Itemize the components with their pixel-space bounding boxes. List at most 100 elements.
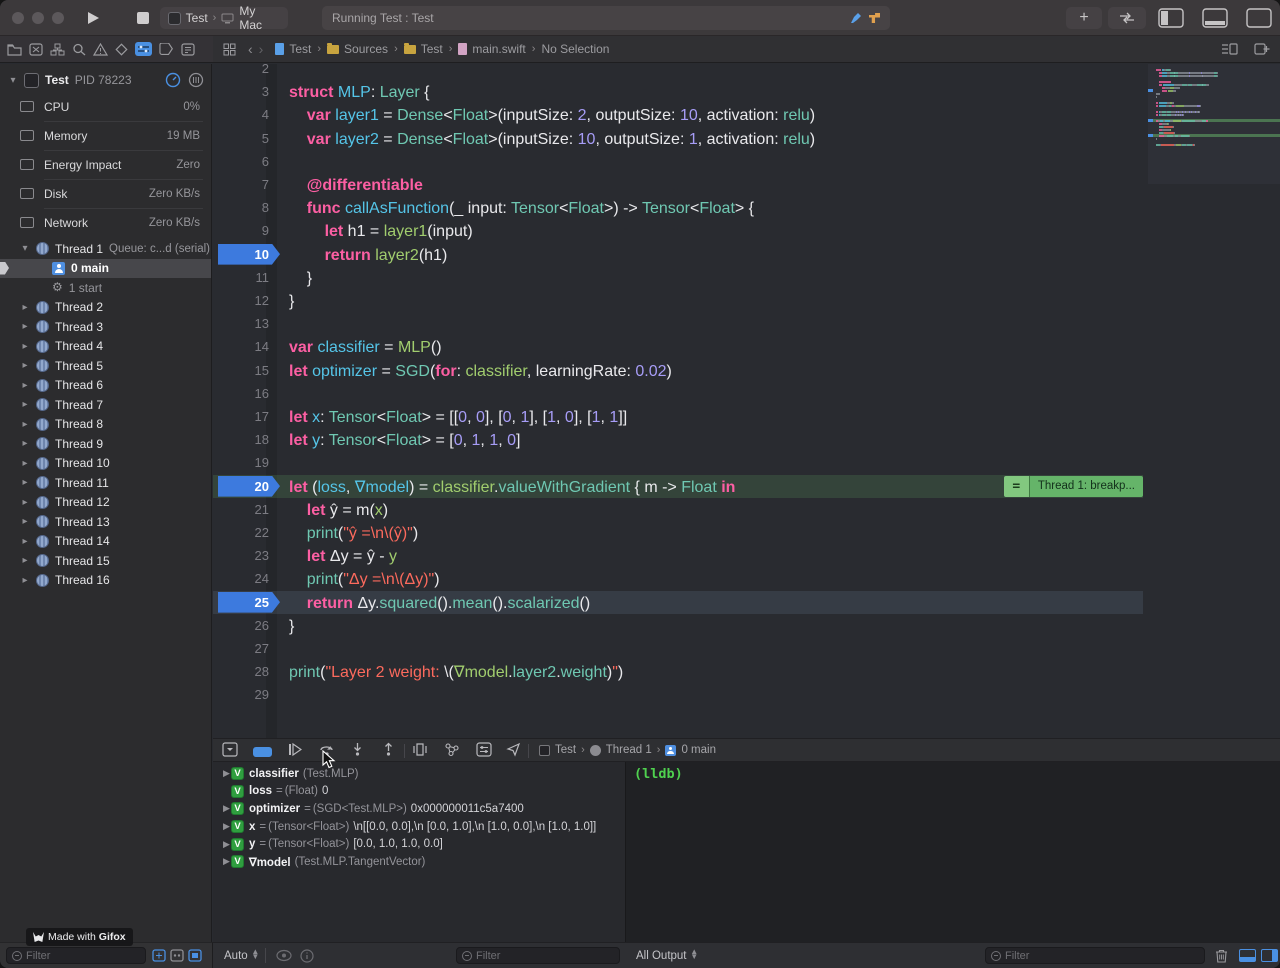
thread-row[interactable]: ▸Thread 16 bbox=[0, 571, 212, 591]
line-number[interactable]: 25 bbox=[213, 591, 283, 614]
code-line[interactable]: 19 bbox=[213, 451, 1143, 474]
code-line[interactable]: 4 var layer1 = Dense<Float>(inputSize: 2… bbox=[213, 103, 1143, 126]
debug-area-panel-toggle[interactable] bbox=[1202, 8, 1228, 28]
variable-row[interactable]: ▶Vx= (Tensor<Float>)\n[[0.0, 0.0],\n [0.… bbox=[213, 818, 625, 836]
line-number[interactable]: 23 bbox=[213, 544, 283, 567]
code-line[interactable]: 9 let h1 = layer1(input) bbox=[213, 219, 1143, 242]
trash-icon[interactable] bbox=[1215, 948, 1228, 963]
disclosure-triangle[interactable]: ▸ bbox=[20, 321, 30, 332]
variable-row[interactable]: Vloss= (Float)0 bbox=[213, 783, 625, 801]
breakpoint-flag[interactable] bbox=[218, 592, 280, 613]
code-line[interactable]: 29 bbox=[213, 683, 1143, 706]
code-line[interactable]: 10 return layer2(h1) bbox=[213, 243, 1143, 266]
simulate-location-icon[interactable] bbox=[506, 742, 521, 757]
thread-row[interactable]: ▸Thread 10 bbox=[0, 454, 212, 474]
gauge-row-cpu[interactable]: CPU0% bbox=[0, 92, 212, 121]
filter-flagged-icon[interactable] bbox=[170, 949, 184, 962]
thread-row[interactable]: ▸Thread 3 bbox=[0, 317, 212, 337]
navigator-filter-field[interactable]: Filter bbox=[6, 947, 146, 964]
thread-row[interactable]: ▸Thread 6 bbox=[0, 376, 212, 396]
line-number[interactable]: 7 bbox=[213, 173, 283, 196]
inspector-panel-toggle[interactable] bbox=[1246, 8, 1272, 28]
code-line[interactable]: 24 print("Δy =\n\(Δy)") bbox=[213, 567, 1143, 590]
library-button[interactable]: + bbox=[1066, 7, 1102, 29]
code-line[interactable]: 28print("Layer 2 weight: \(∇model.layer2… bbox=[213, 660, 1143, 683]
breakpoint-flag[interactable] bbox=[218, 244, 280, 265]
source-editor[interactable]: 23struct MLP: Layer {4 var layer1 = Dens… bbox=[213, 64, 1280, 738]
code-line[interactable]: 14var classifier = MLP() bbox=[213, 335, 1143, 358]
line-number[interactable]: 4 bbox=[213, 103, 283, 126]
thread-row[interactable]: ▸Thread 12 bbox=[0, 493, 212, 513]
thread-row[interactable]: ▸Thread 8 bbox=[0, 415, 212, 435]
thread-row[interactable]: ▸Thread 11 bbox=[0, 473, 212, 493]
disclosure-triangle[interactable]: ▸ bbox=[20, 536, 30, 547]
line-number[interactable]: 28 bbox=[213, 660, 283, 683]
find-navigator-icon[interactable] bbox=[72, 43, 86, 56]
code-line[interactable]: 17let x: Tensor<Float> = [[0, 0], [0, 1]… bbox=[213, 405, 1143, 428]
code-line[interactable]: 26} bbox=[213, 614, 1143, 637]
variables-scope-selector[interactable]: Auto ▲▼ bbox=[224, 949, 260, 962]
line-number[interactable]: 9 bbox=[213, 219, 283, 242]
crumb-target[interactable]: Test bbox=[555, 744, 576, 756]
code-line[interactable]: 23 let Δy = ŷ - y bbox=[213, 544, 1143, 567]
thread-row[interactable]: ▾Thread 1Queue: c...d (serial) bbox=[0, 239, 212, 259]
close-window-button[interactable] bbox=[12, 12, 24, 24]
code-line[interactable]: 16 bbox=[213, 382, 1143, 405]
minimize-window-button[interactable] bbox=[32, 12, 44, 24]
disclosure-triangle[interactable]: ▸ bbox=[20, 458, 30, 469]
thread-row[interactable]: ▸Thread 9 bbox=[0, 434, 212, 454]
disclosure-triangle[interactable]: ▶ bbox=[222, 803, 231, 814]
add-editor-icon[interactable] bbox=[1254, 43, 1270, 55]
project-navigator-icon[interactable] bbox=[7, 43, 22, 56]
line-number[interactable]: 8 bbox=[213, 196, 283, 219]
gauge-row-network[interactable]: NetworkZero KB/s bbox=[0, 208, 212, 237]
info-icon[interactable] bbox=[300, 949, 314, 963]
code-line[interactable]: 18let y: Tensor<Float> = [0, 1, 1, 0] bbox=[213, 428, 1143, 451]
code-line[interactable]: 7 @differentiable bbox=[213, 173, 1143, 196]
filter-running-icon[interactable] bbox=[152, 949, 166, 962]
line-number[interactable]: 26 bbox=[213, 614, 283, 637]
disclosure-triangle[interactable]: ▾ bbox=[20, 243, 30, 254]
line-number[interactable]: 13 bbox=[213, 312, 283, 335]
code-line[interactable]: 5 var layer2 = Dense<Float>(inputSize: 1… bbox=[213, 127, 1143, 150]
console-view[interactable]: (lldb) bbox=[626, 762, 1280, 942]
symbol-navigator-icon[interactable] bbox=[50, 43, 65, 56]
line-number[interactable]: 6 bbox=[213, 150, 283, 173]
code-line[interactable]: 11 } bbox=[213, 266, 1143, 289]
breadcrumb-item[interactable]: Test bbox=[275, 42, 311, 56]
back-chevron[interactable]: ‹ bbox=[248, 41, 253, 57]
step-out-icon[interactable] bbox=[382, 742, 395, 757]
quick-look-icon[interactable] bbox=[276, 949, 292, 962]
line-number[interactable]: 3 bbox=[213, 80, 283, 103]
profile-gauge-icon[interactable] bbox=[165, 72, 181, 88]
line-number[interactable]: 19 bbox=[213, 451, 283, 474]
frame-row[interactable]: 0 main bbox=[0, 259, 212, 279]
disclosure-triangle[interactable]: ▸ bbox=[20, 438, 30, 449]
line-number[interactable]: 11 bbox=[213, 266, 283, 289]
breadcrumb-item[interactable]: No Selection bbox=[541, 42, 609, 56]
breakpoint-navigator-icon[interactable] bbox=[159, 43, 174, 55]
crumb-thread[interactable]: Thread 1 bbox=[606, 744, 652, 756]
scheme-selector[interactable]: Test › My Mac bbox=[160, 7, 288, 29]
code-line[interactable]: 8 func callAsFunction(_ input: Tensor<Fl… bbox=[213, 196, 1143, 219]
filter-recent-icon[interactable] bbox=[188, 949, 202, 962]
code-review-button[interactable] bbox=[1108, 7, 1146, 29]
line-number[interactable]: 12 bbox=[213, 289, 283, 312]
disclosure-triangle[interactable]: ▸ bbox=[20, 360, 30, 371]
forward-chevron[interactable]: › bbox=[259, 41, 264, 57]
code-line[interactable]: 13 bbox=[213, 312, 1143, 335]
line-number[interactable]: 5 bbox=[213, 127, 283, 150]
disclosure-triangle[interactable]: ▸ bbox=[20, 341, 30, 352]
variable-row[interactable]: ▶V∇model(Test.MLP.TangentVector) bbox=[213, 853, 625, 871]
stop-button[interactable] bbox=[136, 11, 150, 25]
gauge-row-memory[interactable]: Memory19 MB bbox=[0, 121, 212, 150]
disclosure-triangle[interactable]: ▸ bbox=[20, 575, 30, 586]
line-number[interactable]: 10 bbox=[213, 243, 283, 266]
gauge-row-energy-impact[interactable]: Energy ImpactZero bbox=[0, 150, 212, 179]
environment-overrides-icon[interactable] bbox=[476, 742, 492, 757]
breakpoint-annotation[interactable]: =Thread 1: breakp... bbox=[1004, 476, 1143, 497]
code-line[interactable]: 12} bbox=[213, 289, 1143, 312]
variable-row[interactable]: ▶Voptimizer= (SGD<Test.MLP>)0x000000011c… bbox=[213, 800, 625, 818]
line-number[interactable]: 18 bbox=[213, 428, 283, 451]
console-output-selector[interactable]: All Output ▲▼ bbox=[636, 949, 699, 962]
